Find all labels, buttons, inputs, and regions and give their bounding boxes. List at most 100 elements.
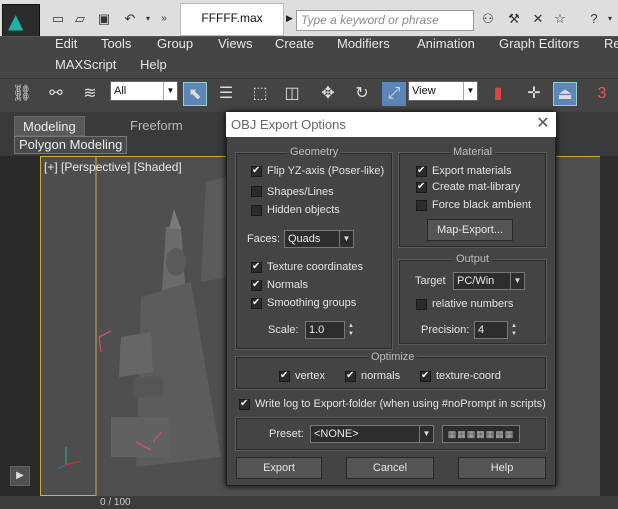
shapes-lines-checkbox[interactable] bbox=[251, 186, 262, 197]
faces-dropdown[interactable]: Quads ▼ bbox=[284, 230, 354, 248]
rotate-icon[interactable]: ↻ bbox=[350, 82, 374, 106]
spinner-arrows-icon[interactable]: ▲ ▼ bbox=[346, 322, 356, 338]
snap-toggle-icon[interactable]: 3 bbox=[590, 82, 614, 106]
export-materials-label: Export materials bbox=[432, 165, 512, 177]
scale-input[interactable]: 1.0 ▲ ▼ bbox=[305, 321, 354, 339]
optimize-vertex-checkbox[interactable] bbox=[279, 370, 290, 382]
link-icon[interactable]: ⛓ bbox=[10, 82, 34, 106]
help-icon[interactable]: ? bbox=[586, 11, 602, 27]
texture-coordinates-checkbox[interactable] bbox=[251, 261, 262, 273]
force-black-ambient-checkbox[interactable] bbox=[416, 200, 427, 211]
menu-create[interactable]: Create bbox=[275, 36, 314, 51]
map-export-button[interactable]: Map-Export... bbox=[427, 219, 513, 241]
new-file-icon[interactable]: ▭ bbox=[50, 11, 66, 27]
menu-modifiers[interactable]: Modifiers bbox=[337, 36, 390, 51]
viewport-label[interactable]: [+] [Perspective] [Shaded] bbox=[44, 160, 182, 174]
relative-numbers-checkbox[interactable] bbox=[416, 299, 427, 310]
menu-maxscript[interactable]: MAXScript bbox=[55, 57, 116, 72]
window-crossing-icon[interactable]: ◫ bbox=[280, 82, 304, 106]
rectangular-selection-icon[interactable]: ⬚ bbox=[248, 82, 272, 106]
help-button[interactable]: Help bbox=[458, 457, 546, 479]
menu-tools[interactable]: Tools bbox=[101, 36, 131, 51]
expand-panel-play-icon[interactable]: ▶ bbox=[10, 466, 30, 486]
search-arrow-icon: ▶ bbox=[286, 13, 293, 23]
save-file-icon[interactable]: ▣ bbox=[96, 11, 112, 27]
optimize-texture-coord-checkbox[interactable] bbox=[420, 370, 431, 382]
left-side-bar bbox=[0, 156, 40, 496]
target-value: PC/Win bbox=[457, 275, 495, 287]
dialog-title: OBJ Export Options bbox=[226, 112, 556, 137]
hidden-objects-checkbox[interactable] bbox=[251, 205, 262, 216]
menu-animation[interactable]: Animation bbox=[417, 36, 475, 51]
normals-checkbox[interactable] bbox=[251, 279, 262, 291]
optimize-normals-checkbox[interactable] bbox=[345, 370, 356, 382]
chevron-down-icon: ▼ bbox=[163, 82, 177, 100]
undo-icon[interactable]: ↶ bbox=[122, 11, 138, 27]
exchange-icon[interactable]: ✕ bbox=[530, 11, 546, 27]
menu-graph-editors[interactable]: Graph Editors bbox=[499, 36, 579, 51]
create-mat-library-checkbox[interactable] bbox=[416, 181, 427, 193]
keyboard-shortcut-override-icon[interactable]: ⏏ bbox=[553, 82, 577, 106]
bind-space-warp-icon[interactable]: ≋ bbox=[78, 82, 102, 106]
app-menu-button[interactable]: ▲ bbox=[2, 4, 40, 38]
move-icon[interactable]: ✥ bbox=[316, 82, 340, 106]
optimize-texture-coord-label: texture-coord bbox=[436, 370, 501, 382]
help-dropdown-icon[interactable]: ▾ bbox=[602, 11, 618, 27]
axis-gizmo-icon bbox=[56, 447, 82, 470]
smoothing-groups-label: Smoothing groups bbox=[267, 297, 357, 309]
geometry-group bbox=[235, 152, 393, 350]
menu-edit[interactable]: Edit bbox=[55, 36, 77, 51]
tools-icon[interactable]: ⚒ bbox=[506, 11, 522, 27]
select-object-icon[interactable]: ⬉ bbox=[183, 82, 207, 106]
selection-filter-dropdown[interactable]: All ▼ bbox=[110, 81, 178, 101]
tab-freeform[interactable]: Freeform bbox=[122, 116, 191, 136]
optimize-group-title: Optimize bbox=[368, 351, 418, 363]
more-tools-icon[interactable]: » bbox=[156, 11, 172, 27]
reference-coord-value: View bbox=[412, 85, 436, 97]
menu-help[interactable]: Help bbox=[140, 57, 167, 72]
target-dropdown[interactable]: PC/Win ▼ bbox=[453, 272, 525, 290]
precision-input[interactable]: 4 ▲ ▼ bbox=[474, 321, 517, 339]
create-mat-library-label: Create mat-library bbox=[432, 181, 521, 193]
write-log-checkbox[interactable] bbox=[239, 398, 250, 410]
flip-yz-label: Flip YZ-axis (Poser-like) bbox=[267, 165, 385, 177]
precision-value: 4 bbox=[478, 324, 485, 336]
faces-label: Faces: bbox=[247, 233, 281, 245]
optimize-normals-label: normals bbox=[361, 370, 401, 382]
select-by-name-icon[interactable]: ☰ bbox=[214, 82, 238, 106]
scale-icon[interactable]: ⤢ bbox=[382, 82, 406, 106]
export-button[interactable]: Export bbox=[236, 457, 322, 479]
menu-rendering-truncated[interactable]: Re bbox=[604, 36, 618, 51]
preset-dropdown[interactable]: <NONE> ▼ bbox=[310, 425, 434, 443]
chevron-down-icon: ▼ bbox=[510, 273, 524, 289]
command-panel bbox=[600, 156, 618, 496]
select-and-manipulate-icon[interactable]: ✛ bbox=[522, 82, 546, 106]
search-input[interactable]: Type a keyword or phrase bbox=[296, 10, 474, 31]
binoculars-icon[interactable]: ⚇ bbox=[480, 11, 496, 27]
tab-modeling[interactable]: Modeling bbox=[14, 116, 85, 136]
selection-filter-value: All bbox=[114, 85, 127, 97]
preset-label: Preset: bbox=[269, 428, 304, 440]
open-file-icon[interactable]: ▱ bbox=[72, 11, 88, 27]
undo-dropdown-icon[interactable]: ▾ bbox=[140, 11, 156, 27]
material-group-title: Material bbox=[450, 146, 496, 158]
menu-views[interactable]: Views bbox=[218, 36, 252, 51]
preset-value: <NONE> bbox=[314, 428, 359, 440]
time-slider-bar[interactable] bbox=[0, 496, 618, 509]
scale-value: 1.0 bbox=[309, 324, 325, 336]
polygon-modeling-panel[interactable]: Polygon Modeling bbox=[14, 136, 128, 154]
menu-group[interactable]: Group bbox=[157, 36, 193, 51]
flip-yz-checkbox[interactable] bbox=[251, 165, 262, 177]
reference-coord-dropdown[interactable]: View ▼ bbox=[408, 81, 478, 101]
smoothing-groups-checkbox[interactable] bbox=[251, 297, 262, 309]
spinner-arrows-icon[interactable]: ▲ ▼ bbox=[509, 322, 519, 338]
unlink-icon[interactable]: ⚯ bbox=[44, 82, 68, 106]
frame-counter: 0 / 100 bbox=[100, 497, 131, 508]
export-materials-checkbox[interactable] bbox=[416, 165, 427, 177]
close-icon[interactable]: ✕ bbox=[533, 113, 553, 135]
preset-manager-icon[interactable]: ▦▦▦▦▦▦▦ bbox=[442, 425, 520, 443]
shapes-lines-label: Shapes/Lines bbox=[267, 186, 334, 198]
cancel-button[interactable]: Cancel bbox=[346, 457, 434, 479]
pivot-center-icon[interactable]: ▮ bbox=[486, 82, 510, 106]
favorites-star-icon[interactable]: ☆ bbox=[552, 11, 568, 27]
